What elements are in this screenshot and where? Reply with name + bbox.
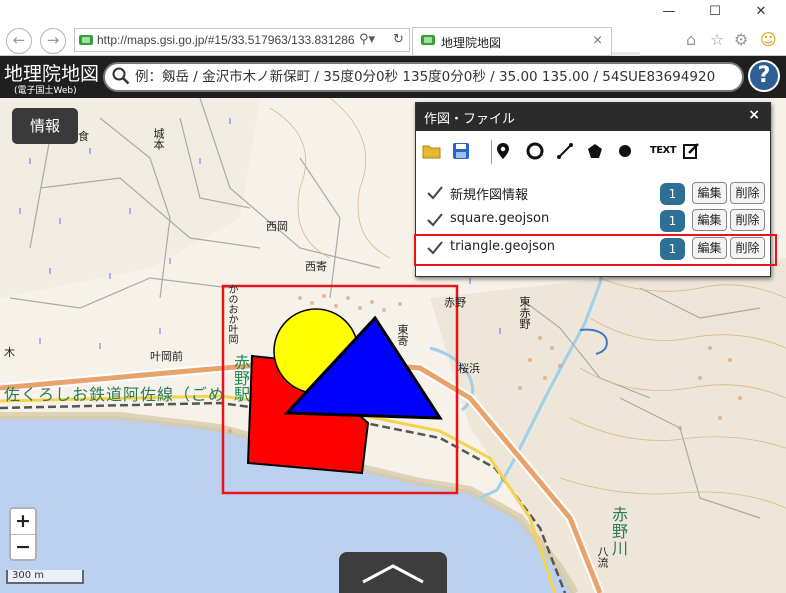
tab-close-icon[interactable]: ×: [592, 33, 603, 48]
panel-close-icon[interactable]: ×: [748, 107, 760, 123]
layer-name: 新規作図情報: [450, 188, 529, 203]
tab-title: 地理院地図: [441, 36, 502, 50]
place-label: かのおか叶岡: [226, 284, 237, 344]
save-icon[interactable]: [452, 137, 480, 165]
layer-name: square.geojson: [450, 211, 550, 226]
layer-edit-button[interactable]: 編集: [692, 182, 727, 204]
tab-favicon-icon: [421, 35, 435, 45]
address-bar[interactable]: http://maps.gsi.go.jp/#15/33.517963/133.…: [74, 28, 410, 52]
circle-tool-icon[interactable]: [526, 137, 554, 165]
station-label: 赤野駅: [231, 354, 250, 402]
place-label: 桜浜: [458, 362, 480, 375]
settings-gear-icon[interactable]: ⚙: [734, 30, 748, 49]
place-label: 東寄: [396, 324, 409, 346]
browser-toolbar: ← → http://maps.gsi.go.jp/#15/33.517963/…: [0, 24, 786, 78]
smiley-feedback-icon[interactable]: ☺: [760, 30, 777, 49]
search-input[interactable]: [135, 67, 740, 87]
zoom-control: + −: [9, 507, 37, 561]
panel-header: 作図・ファイル ×: [416, 103, 770, 131]
refresh-icon[interactable]: ↻: [393, 32, 404, 47]
zoom-out-button[interactable]: −: [11, 535, 35, 560]
map-view[interactable]: 城本 食 西岡 西寄 赤野 東赤野 東寄 桜浜 叶岡前 かのおか叶岡 赤野駅 佐…: [0, 98, 786, 593]
forward-button[interactable]: →: [40, 28, 66, 54]
open-folder-icon[interactable]: [422, 137, 450, 165]
favorites-star-icon[interactable]: ☆: [710, 30, 724, 49]
back-button[interactable]: ←: [6, 28, 32, 54]
layer-checkbox-icon[interactable]: [426, 211, 444, 229]
maximize-button[interactable]: ☐: [692, 0, 738, 24]
layer-delete-button[interactable]: 削除: [730, 209, 765, 231]
chevron-up-icon: [362, 564, 424, 584]
app-logo[interactable]: 地理院地図: [4, 59, 99, 86]
browser-tab[interactable]: 地理院地図 ×: [412, 27, 612, 55]
app-logo-subtitle: (電子国土Web): [14, 86, 77, 96]
expand-footer-button[interactable]: [339, 552, 447, 593]
place-label: 食: [78, 130, 89, 143]
place-label: 城本: [152, 128, 165, 150]
layer-row[interactable]: square.geojson 1 編集 削除: [422, 207, 768, 233]
search-dropdown-icon[interactable]: ⚲▾: [359, 32, 375, 47]
draw-toolbar: TEXT: [416, 137, 770, 167]
search-icon[interactable]: [112, 67, 130, 85]
edit-tool-icon[interactable]: [682, 137, 710, 165]
window-titlebar: — ☐ ✕: [0, 0, 786, 24]
app-header: 地理院地図 (電子国土Web) ?: [0, 56, 786, 98]
zoom-in-button[interactable]: +: [11, 509, 35, 534]
close-window-button[interactable]: ✕: [738, 0, 784, 24]
place-label: 赤野: [444, 296, 466, 309]
polygon-tool-icon[interactable]: [586, 137, 614, 165]
site-favicon-icon: [79, 35, 93, 45]
layer-highlight-frame: [414, 234, 777, 266]
search-box: [103, 62, 744, 92]
marker-icon[interactable]: [496, 137, 524, 165]
layer-count-badge: 1: [660, 210, 685, 232]
place-label: 東赤野: [518, 296, 531, 329]
place-label: 叶岡前: [150, 350, 183, 363]
layer-count-badge: 1: [660, 183, 685, 205]
panel-title: 作図・ファイル: [424, 112, 516, 127]
help-button[interactable]: ?: [748, 60, 780, 92]
layer-delete-button[interactable]: 削除: [730, 182, 765, 204]
place-label: 木: [4, 346, 15, 359]
layer-checkbox-icon[interactable]: [426, 184, 444, 202]
toolbar-divider: [491, 140, 492, 164]
place-label: 八流: [596, 546, 609, 568]
place-label: 西岡: [266, 220, 288, 233]
minimize-button[interactable]: —: [646, 0, 692, 24]
place-label: 西寄: [305, 260, 327, 273]
address-url[interactable]: http://maps.gsi.go.jp/#15/33.517963/133.…: [97, 33, 355, 47]
layer-row[interactable]: 新規作図情報 1 編集 削除: [422, 180, 768, 206]
home-icon[interactable]: ⌂: [686, 30, 696, 49]
text-tool-icon[interactable]: TEXT: [646, 137, 680, 165]
railway-label: 佐くろしお鉄道阿佐線（ごめ: [4, 385, 226, 404]
dot-tool-icon[interactable]: [616, 137, 644, 165]
layer-edit-button[interactable]: 編集: [692, 209, 727, 231]
scale-bar: 300 m: [6, 570, 84, 584]
line-tool-icon[interactable]: [556, 137, 584, 165]
info-button[interactable]: 情報: [12, 108, 78, 144]
